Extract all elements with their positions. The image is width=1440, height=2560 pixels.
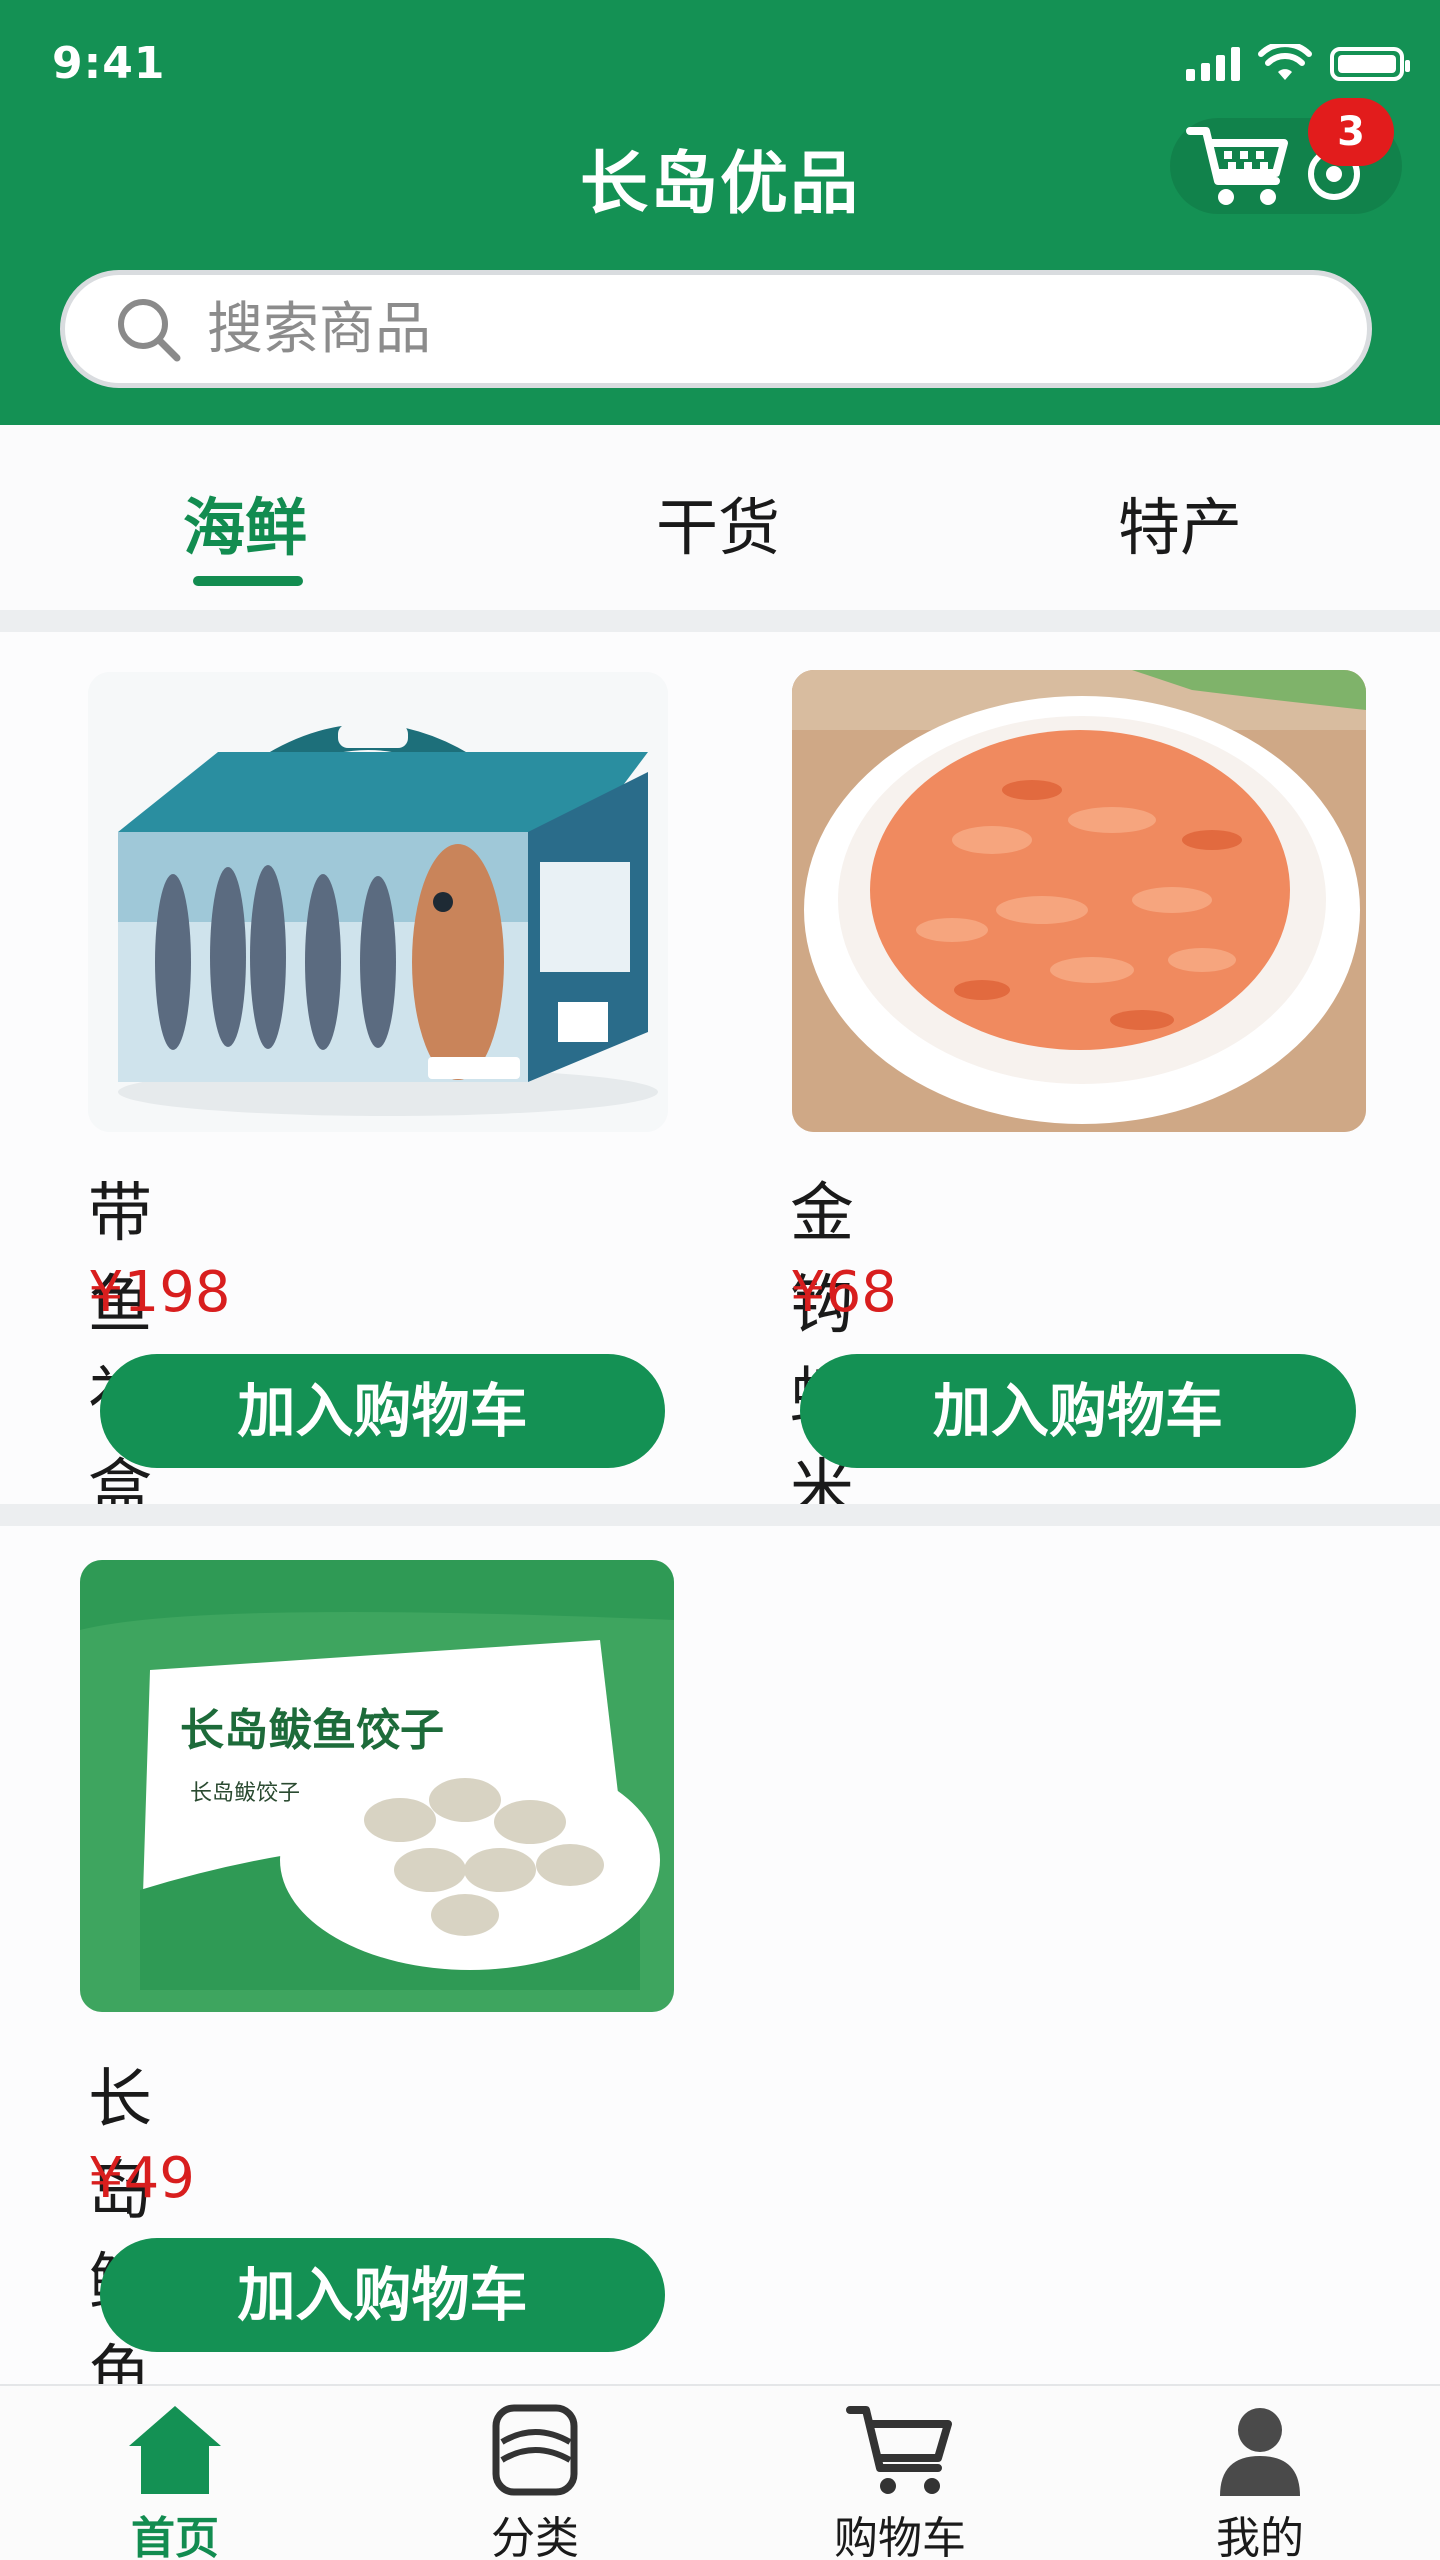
active-tab-indicator: [193, 576, 303, 586]
package-title: 长岛鲅鱼饺子: [180, 1705, 444, 1756]
app-header: 9:41 长岛优品 3: [0, 0, 1440, 425]
status-bar: 9:41: [0, 0, 1440, 130]
divider: [0, 610, 1440, 632]
search-bar[interactable]: [60, 270, 1372, 388]
product-name: 带鱼礼盒: [88, 1177, 152, 1527]
product-row: 长岛鲅鱼饺子 长岛鲅饺子 长岛鲅鱼饺子 ¥49 加入购物车: [0, 1526, 1440, 2560]
dried-shrimp-image[interactable]: [792, 670, 1366, 1132]
nav-profile[interactable]: 我的: [1150, 2402, 1370, 2560]
fish-gift-box-illustration: [88, 672, 668, 1132]
nav-cart[interactable]: 购物车: [790, 2402, 1010, 2560]
search-icon: [118, 299, 181, 362]
cart-icon: [1186, 127, 1288, 205]
nav-label: 我的: [1216, 2513, 1304, 2560]
nav-label: 购物车: [834, 2513, 966, 2560]
signal-icon: [1186, 47, 1240, 81]
battery-icon: [1330, 47, 1410, 81]
tab-seafood[interactable]: 海鲜: [95, 477, 395, 567]
product-price: ¥68: [790, 1260, 897, 1325]
add-to-cart-button[interactable]: 加入购物车: [800, 1354, 1356, 1468]
cart-icon: [846, 2406, 952, 2494]
product-name: 金钩虾米: [790, 1177, 854, 1527]
product-price: ¥49: [88, 2146, 195, 2211]
divider: [0, 1504, 1440, 1526]
status-icons: [1186, 44, 1410, 84]
add-to-cart-button[interactable]: 加入购物车: [100, 2238, 665, 2352]
bottom-navigation: 首页 分类 购物车 我的: [0, 2384, 1440, 2560]
home-icon: [129, 2406, 221, 2494]
nav-label: 首页: [131, 2513, 219, 2560]
dumplings-image[interactable]: 长岛鲅鱼饺子 长岛鲅饺子: [80, 1560, 674, 2012]
fish-gift-box-image[interactable]: [88, 672, 668, 1132]
wifi-icon: [1258, 44, 1312, 80]
dumplings-illustration: 长岛鲅鱼饺子 长岛鲅饺子: [80, 1560, 674, 2012]
nav-label: 分类: [491, 2513, 579, 2560]
profile-icon: [1220, 2408, 1300, 2496]
search-input[interactable]: [207, 296, 1307, 362]
nav-category[interactable]: 分类: [425, 2402, 645, 2560]
cart-count-badge: 3: [1308, 98, 1394, 166]
tab-specialties[interactable]: 特产: [1030, 477, 1330, 567]
nav-home[interactable]: 首页: [65, 2402, 285, 2560]
status-time: 9:41: [52, 38, 166, 89]
category-icon: [492, 2404, 578, 2496]
add-to-cart-button[interactable]: 加入购物车: [100, 1354, 665, 1468]
dried-shrimp-illustration: [792, 670, 1366, 1132]
product-row: 带鱼礼盒 ¥198 加入购物车: [0, 632, 1440, 1527]
tab-dried-goods[interactable]: 干货: [568, 477, 868, 567]
product-price: ¥198: [88, 1260, 231, 1325]
package-subtitle: 长岛鲅饺子: [190, 1781, 300, 1806]
